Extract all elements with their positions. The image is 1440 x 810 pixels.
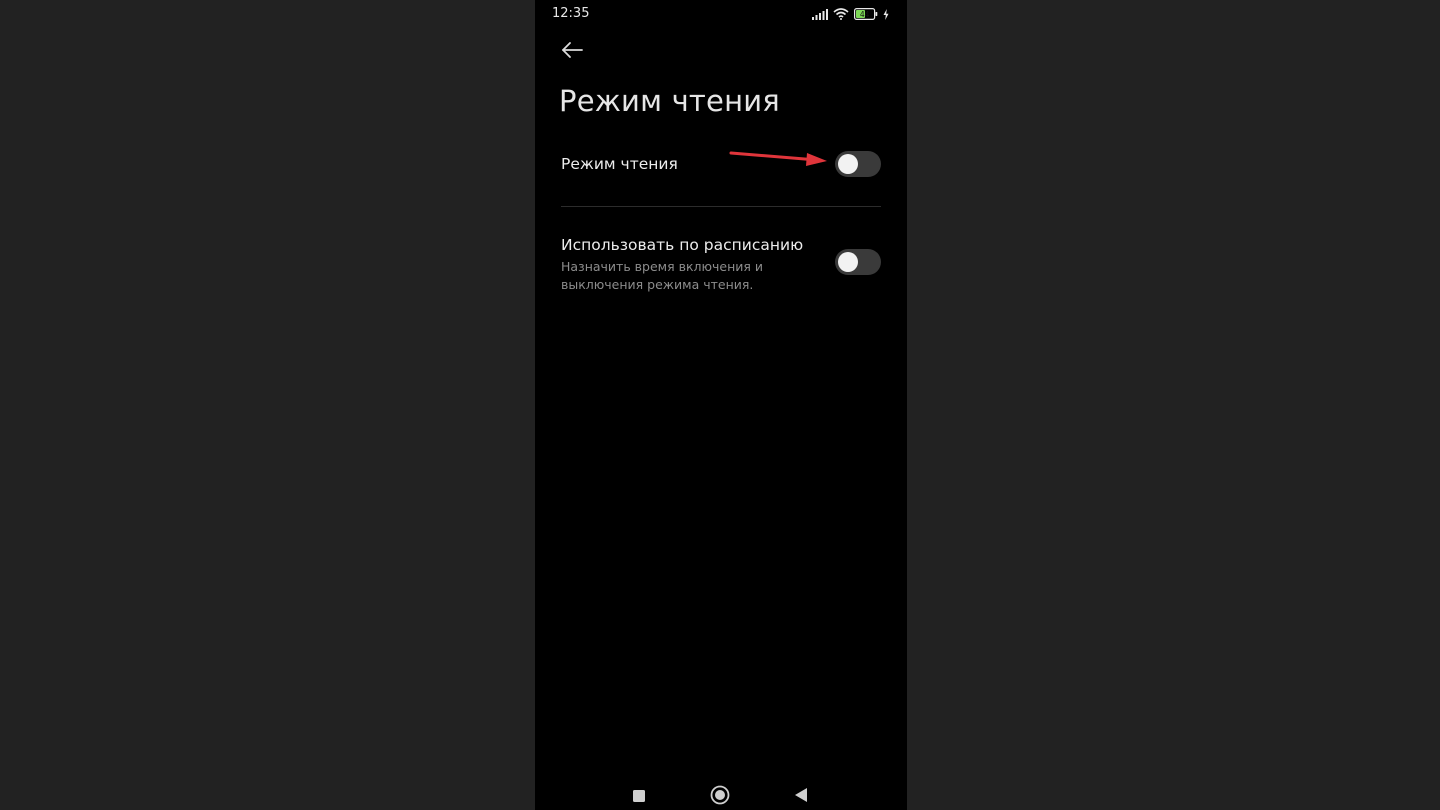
toggle-knob bbox=[838, 252, 858, 272]
recents-button[interactable] bbox=[628, 786, 650, 808]
schedule-label: Использовать по расписанию bbox=[561, 236, 804, 254]
nav-back-button[interactable] bbox=[790, 786, 812, 808]
reading-mode-toggle[interactable] bbox=[835, 151, 881, 177]
charging-icon bbox=[883, 5, 889, 24]
back-button[interactable] bbox=[557, 38, 587, 66]
page-title: Режим чтения bbox=[559, 84, 780, 118]
svg-text:44: 44 bbox=[860, 10, 870, 19]
navigation-bar bbox=[535, 780, 907, 810]
phone-screen: 12:35 44 Режим чтения Режим чтения Испол… bbox=[535, 0, 907, 810]
arrow-left-icon bbox=[560, 41, 584, 63]
schedule-row[interactable]: Использовать по расписанию Назначить вре… bbox=[561, 230, 881, 300]
schedule-toggle[interactable] bbox=[835, 249, 881, 275]
battery-icon: 44 bbox=[854, 5, 878, 24]
divider bbox=[561, 206, 881, 207]
schedule-description: Назначить время включения и выключения р… bbox=[561, 259, 764, 292]
toggle-knob bbox=[838, 154, 858, 174]
home-button[interactable] bbox=[709, 785, 731, 809]
wifi-icon bbox=[833, 5, 849, 24]
reading-mode-row[interactable]: Режим чтения bbox=[561, 143, 881, 187]
back-triangle-icon bbox=[793, 787, 809, 807]
signal-icon bbox=[812, 5, 828, 24]
status-time: 12:35 bbox=[552, 6, 590, 21]
recents-square-icon bbox=[632, 788, 646, 807]
reading-mode-label: Режим чтения bbox=[561, 155, 678, 173]
status-icons: 44 bbox=[812, 7, 889, 21]
status-bar: 12:35 44 bbox=[535, 0, 907, 28]
home-circle-icon bbox=[710, 785, 730, 809]
